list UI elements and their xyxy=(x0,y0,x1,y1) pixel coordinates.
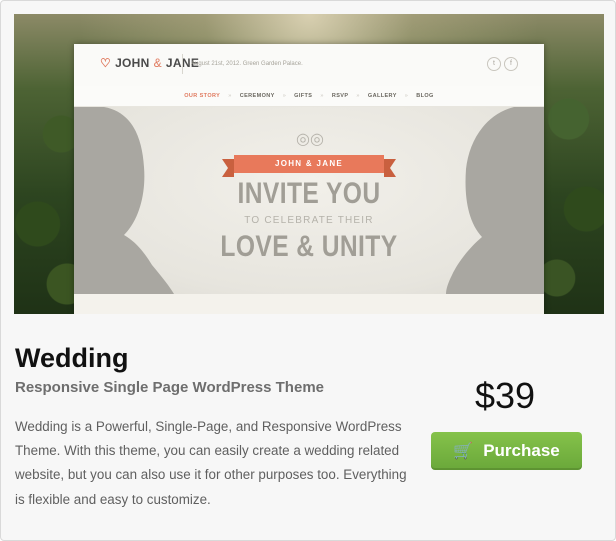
product-card: ♡ JOHN & JANE August 21st, 2012. Green G… xyxy=(0,0,616,541)
product-title: Wedding xyxy=(15,343,129,373)
facebook-icon: f xyxy=(504,57,518,71)
nav-gallery: GALLERY xyxy=(367,93,397,99)
twitter-icon: t xyxy=(487,57,501,71)
heart-icon: ♡ xyxy=(100,56,112,70)
shopping-cart-icon: 🛒 xyxy=(453,443,474,460)
product-subtitle: Responsive Single Page WordPress Theme xyxy=(15,379,324,396)
purchase-button[interactable]: 🛒 Purchase xyxy=(431,432,582,470)
preview-nav: OUR STORY » CEREMONY » GIFTS » RSVP » GA… xyxy=(74,86,544,107)
logo-amp: & xyxy=(153,56,162,70)
product-description: Wedding is a Powerful, Single-Page, and … xyxy=(15,419,407,507)
rings-icon: ◎◎ xyxy=(296,131,324,148)
nav-our-story: OUR STORY xyxy=(184,93,221,99)
preview-ribbon: JOHN & JANE xyxy=(222,155,396,177)
preview-tagline: August 21st, 2012. Green Garden Palace. xyxy=(182,54,303,74)
logo-name-1: JOHN xyxy=(115,56,150,70)
nav-rsvp: RSVP xyxy=(331,93,349,99)
purchase-label: Purchase xyxy=(483,441,560,460)
preview-banner: ◎◎ JOHN & JANE INVITE YOU TO CELEBRATE T… xyxy=(74,107,544,294)
preview-header: ♡ JOHN & JANE August 21st, 2012. Green G… xyxy=(74,44,544,87)
nav-gifts: GIFTS xyxy=(294,93,313,99)
preview-line-3: LOVE & UNITY xyxy=(220,230,398,263)
preview-line-1: INVITE YOU xyxy=(237,177,381,210)
preview-site: ♡ JOHN & JANE August 21st, 2012. Green G… xyxy=(74,44,544,314)
product-price: $39 xyxy=(474,375,536,416)
preview-line-2: TO CELEBRATE THEIR xyxy=(244,215,374,226)
nav-blog: BLOG xyxy=(416,93,434,99)
nav-ceremony: CEREMONY xyxy=(239,93,275,99)
theme-preview-image[interactable]: ♡ JOHN & JANE August 21st, 2012. Green G… xyxy=(14,14,604,314)
